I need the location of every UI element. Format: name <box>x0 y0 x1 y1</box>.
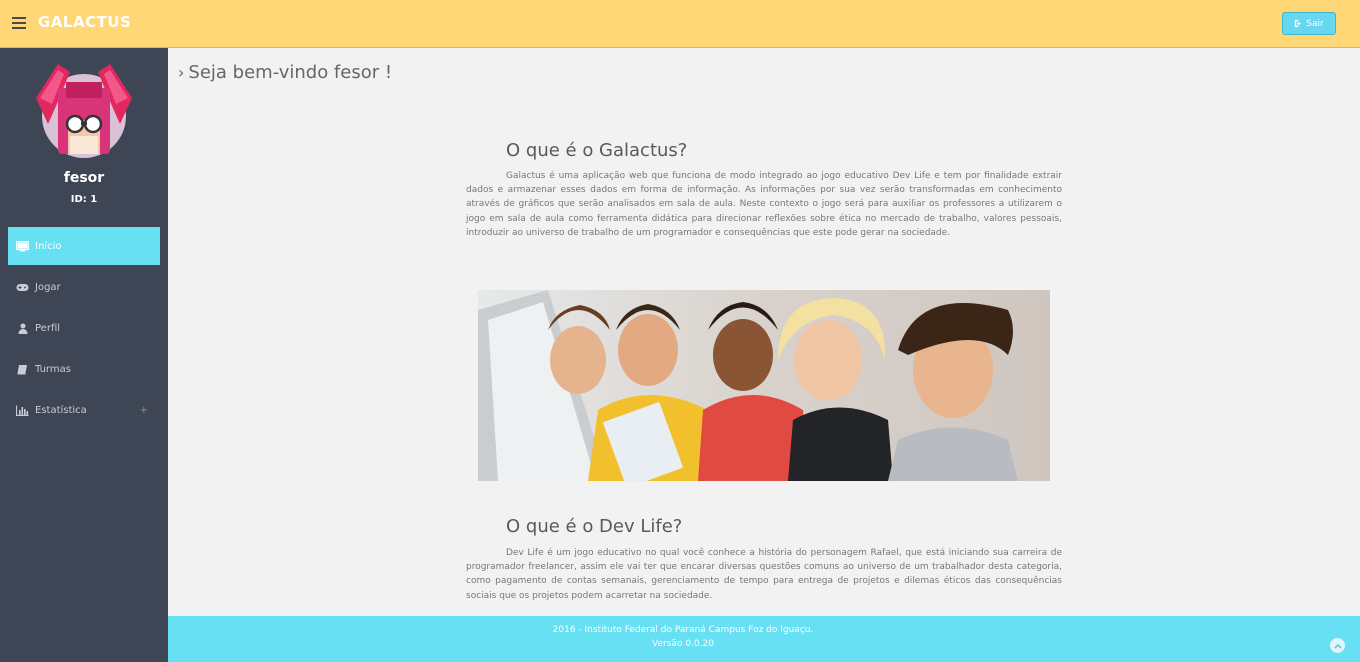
hamburger-menu-icon[interactable] <box>12 17 26 29</box>
sidebar-item-estatistica[interactable]: Estatística + <box>8 391 160 429</box>
section-title-galactus: O que é o Galactus? <box>506 140 688 161</box>
sidebar-item-perfil[interactable]: Perfil <box>8 309 160 347</box>
book-icon <box>16 364 29 375</box>
sidebar: fesor ID: 1 Início Jogar Perfil Turmas E… <box>0 48 168 662</box>
footer-version: Versão 0.0.20 <box>652 639 714 649</box>
user-id: ID: 1 <box>70 194 98 205</box>
sidebar-item-label: Turmas <box>35 363 71 375</box>
section-text-devlife: Dev Life é um jogo educativo no qual voc… <box>466 548 1062 601</box>
gamepad-icon <box>16 282 29 293</box>
footer-copyright: 2016 - Instituto Federal do Paraná Campu… <box>552 625 814 635</box>
sidebar-item-label: Estatística <box>35 404 87 416</box>
bar-chart-icon <box>16 405 29 416</box>
sign-out-icon <box>1295 19 1302 28</box>
top-bar: GALACTUS Sair <box>0 0 1360 48</box>
app-brand[interactable]: GALACTUS <box>38 13 131 31</box>
username: fesor <box>63 170 105 186</box>
monitor-icon <box>16 240 29 252</box>
sidebar-item-label: Perfil <box>35 322 61 334</box>
sidebar-item-label: Início <box>35 240 62 252</box>
scroll-top-button[interactable] <box>1330 638 1345 653</box>
chevron-right-icon: › <box>178 63 185 82</box>
sidebar-item-turmas[interactable]: Turmas <box>8 350 160 388</box>
section-text-galactus: Galactus é uma aplicação web que funcion… <box>466 171 1062 238</box>
logout-label: Sair <box>1306 18 1324 29</box>
footer: 2016 - Instituto Federal do Paraná Campu… <box>168 616 1360 662</box>
page-title: › Seja bem-vindo fesor ! <box>178 62 392 83</box>
logout-button[interactable]: Sair <box>1282 12 1336 35</box>
avatar <box>36 64 132 158</box>
sidebar-item-inicio[interactable]: Início <box>8 227 160 265</box>
chevron-up-icon <box>1333 643 1342 649</box>
students-photo <box>478 290 1050 481</box>
user-icon <box>16 323 29 334</box>
section-title-devlife: O que é o Dev Life? <box>506 516 683 537</box>
sidebar-item-label: Jogar <box>35 281 61 293</box>
expand-plus-icon[interactable]: + <box>140 405 148 416</box>
sidebar-item-jogar[interactable]: Jogar <box>8 268 160 306</box>
welcome-text: Seja bem-vindo fesor ! <box>188 62 393 83</box>
